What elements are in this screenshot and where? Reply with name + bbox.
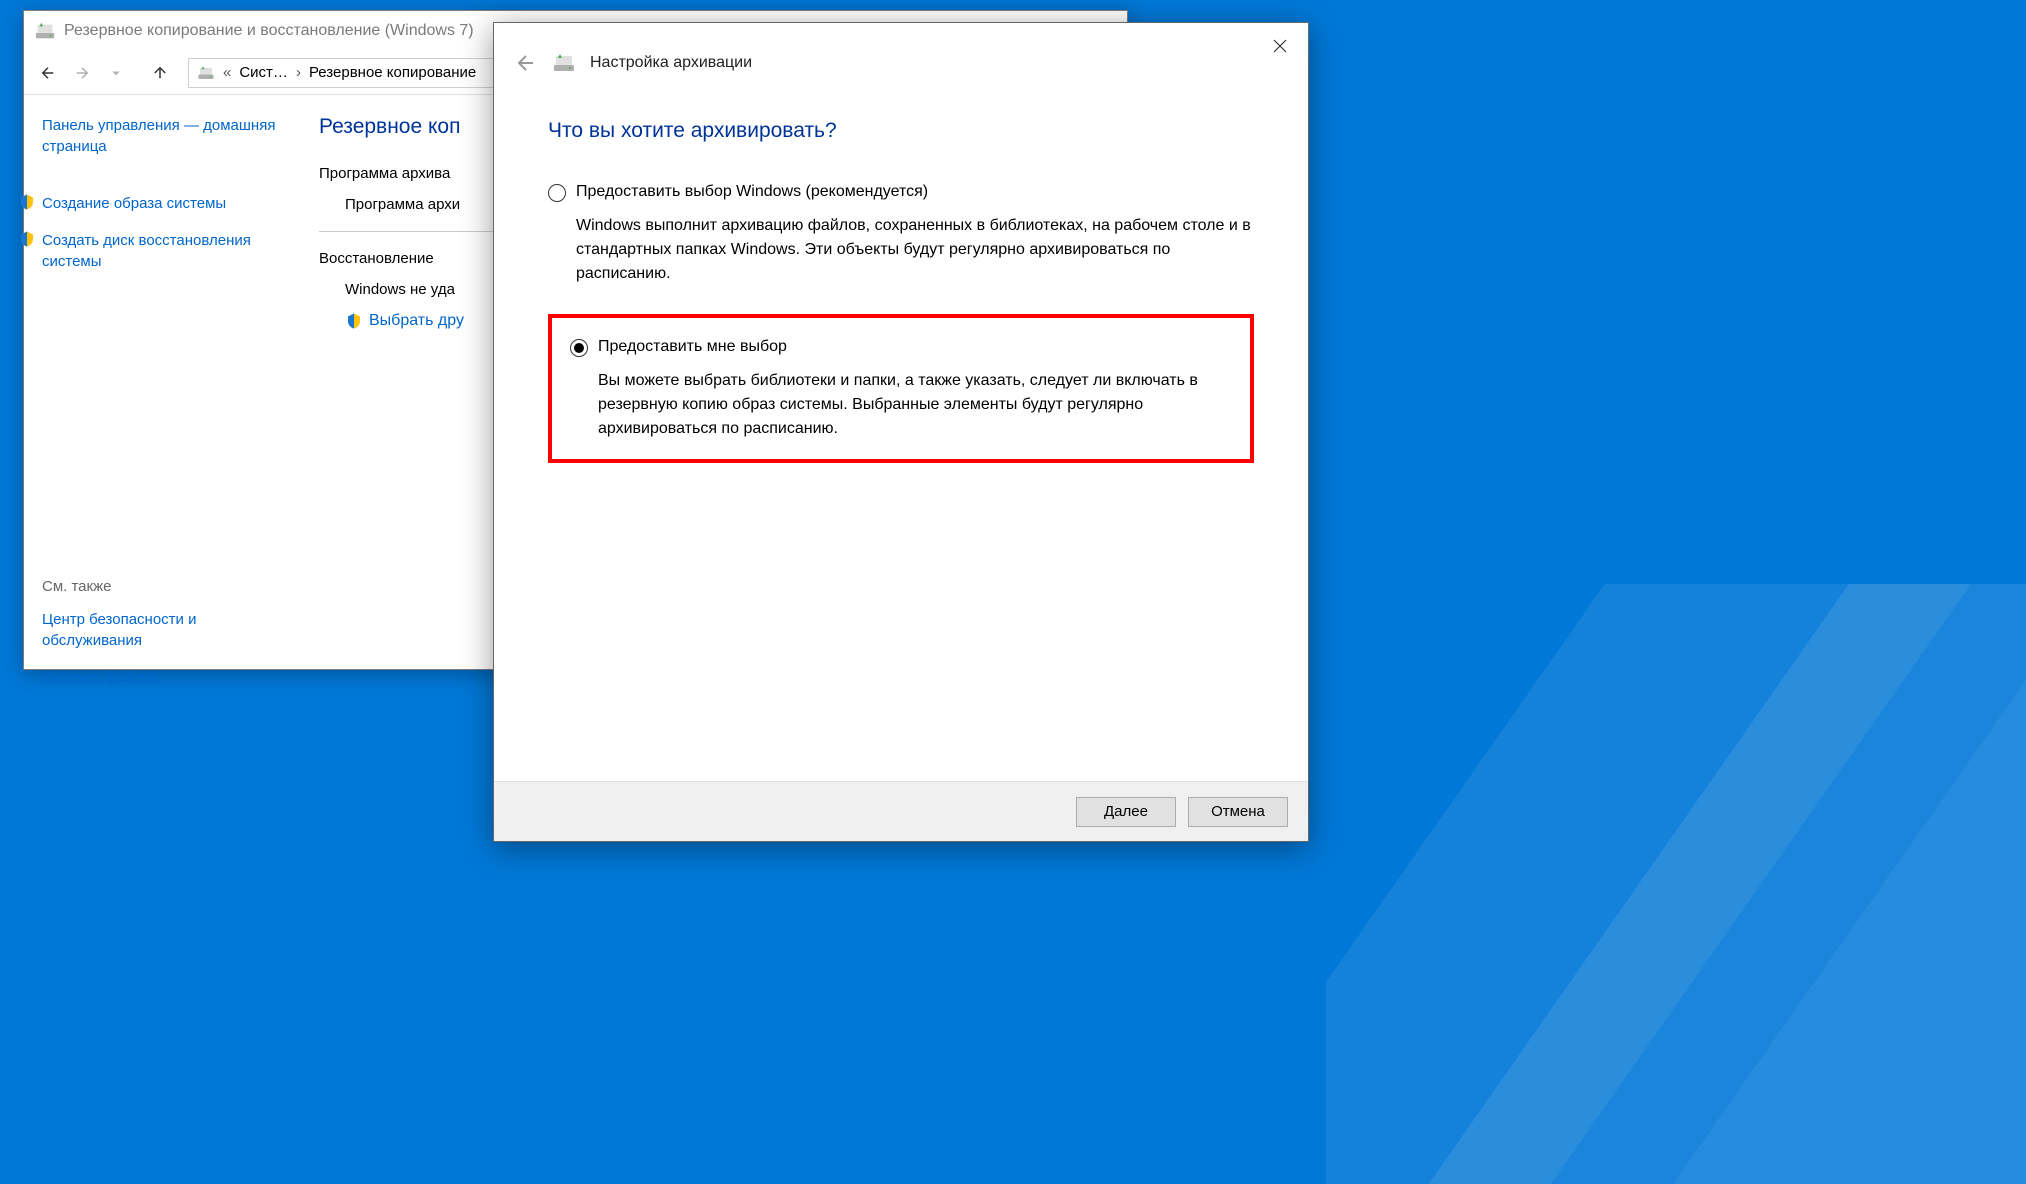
sidebar: Панель управления — домашняя страница Со… [24, 95, 309, 669]
window-title: Резервное копирование и восстановление (… [64, 22, 474, 40]
radio-checked-icon [570, 339, 588, 357]
radio-option-windows-choice[interactable]: Предоставить выбор Windows (рекомендуетс… [548, 183, 1254, 286]
breadcrumb-chevron-icon: › [296, 64, 301, 81]
forward-button[interactable] [68, 59, 96, 87]
radio-unchecked-icon [548, 184, 566, 202]
dialog-content: Что вы хотите архивировать? Предоставить… [494, 103, 1308, 781]
radio-label: Предоставить мне выбор [598, 338, 787, 356]
dialog-header: Настройка архивации [494, 23, 1308, 103]
shield-icon [345, 312, 363, 330]
back-button[interactable] [34, 59, 62, 87]
breadcrumb-separator-icon: « [223, 64, 231, 81]
choose-other-label: Выбрать дру [369, 312, 464, 330]
back-button[interactable] [514, 51, 538, 75]
control-panel-home-link[interactable]: Панель управления — домашняя страница [42, 115, 291, 157]
recent-dropdown[interactable] [102, 59, 130, 87]
radio-option-user-choice[interactable]: Предоставить мне выбор Вы можете выбрать… [570, 338, 1232, 441]
radio-label: Предоставить выбор Windows (рекомендуетс… [576, 183, 928, 201]
radio-description: Windows выполнит архивацию файлов, сохра… [576, 214, 1254, 286]
drive-icon [197, 64, 215, 82]
create-system-image-label: Создание образа системы [42, 193, 226, 214]
highlighted-selection: Предоставить мне выбор Вы можете выбрать… [548, 314, 1254, 463]
close-button[interactable] [1260, 31, 1300, 61]
breadcrumb-item[interactable]: Резервное копирование [309, 64, 476, 81]
breadcrumb-item[interactable]: Сист… [239, 64, 288, 81]
drive-icon [34, 20, 56, 42]
file-history-link[interactable]: История файлов [42, 667, 291, 688]
dialog-footer: Далее Отмена [494, 781, 1308, 841]
dialog-heading: Что вы хотите архивировать? [548, 119, 1254, 143]
backup-settings-dialog: Настройка архивации Что вы хотите архиви… [493, 22, 1309, 842]
shield-icon [18, 193, 36, 211]
cancel-button[interactable]: Отмена [1188, 797, 1288, 827]
create-system-image-link[interactable]: Создание образа системы [18, 193, 291, 214]
create-recovery-disk-label: Создать диск восстановления системы [42, 230, 291, 272]
see-also-heading: См. также [42, 578, 291, 595]
shield-icon [18, 230, 36, 248]
drive-icon [552, 51, 576, 75]
security-center-link[interactable]: Центр безопасности и обслуживания [42, 609, 291, 651]
radio-description: Вы можете выбрать библиотеки и папки, а … [598, 369, 1232, 441]
create-recovery-disk-link[interactable]: Создать диск восстановления системы [18, 230, 291, 272]
dialog-title: Настройка архивации [590, 54, 752, 72]
up-button[interactable] [146, 59, 174, 87]
next-button[interactable]: Далее [1076, 797, 1176, 827]
